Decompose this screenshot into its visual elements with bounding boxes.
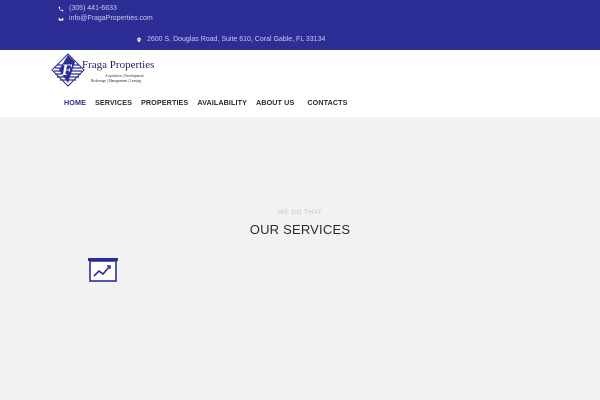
nav-home[interactable]: HOME [64, 98, 86, 108]
presentation-chart-icon [88, 258, 118, 284]
nav-properties[interactable]: PROPERTIES [141, 98, 188, 108]
phone-contact[interactable]: (305) 441-6633 [58, 5, 117, 12]
services-heading: OUR SERVICES [249, 222, 351, 237]
email-contact[interactable]: info@FragaProperties.com [58, 15, 153, 22]
main-nav: HOME SERVICES PROPERTIES AVAILABILITY AB… [64, 98, 357, 108]
logo-mark-icon: F [51, 53, 85, 87]
top-contact-bar: (305) 441-6633 info@FragaProperties.com … [0, 0, 600, 50]
address-text: 2600 S. Douglas Road, Suite 610, Coral G… [147, 36, 326, 43]
nav-services[interactable]: SERVICES [95, 98, 132, 108]
phone-text: (305) 441-6633 [69, 5, 117, 12]
logo-company-name: Fraga Properties [82, 59, 155, 71]
envelope-icon [58, 16, 64, 21]
services-eyebrow: WE DO THAT [277, 209, 323, 216]
phone-icon [58, 6, 64, 11]
logo-tagline-2: Brokerage | Management | Leasing [91, 79, 142, 83]
email-text: info@FragaProperties.com [69, 15, 153, 22]
site-logo[interactable]: F Fraga Properties Acquisition | Develop… [51, 53, 163, 87]
logo-tagline-1: Acquisition | Development [105, 74, 144, 78]
map-pin-icon [137, 37, 141, 42]
nav-contacts[interactable]: CONTACTS [307, 98, 347, 108]
nav-availability[interactable]: AVAILABILITY [197, 98, 247, 108]
address-contact[interactable]: 2600 S. Douglas Road, Suite 610, Coral G… [136, 36, 325, 43]
logo-letter: F [61, 62, 73, 79]
site-header: F Fraga Properties Acquisition | Develop… [0, 50, 600, 117]
nav-about-us[interactable]: ABOUT US [256, 98, 294, 108]
